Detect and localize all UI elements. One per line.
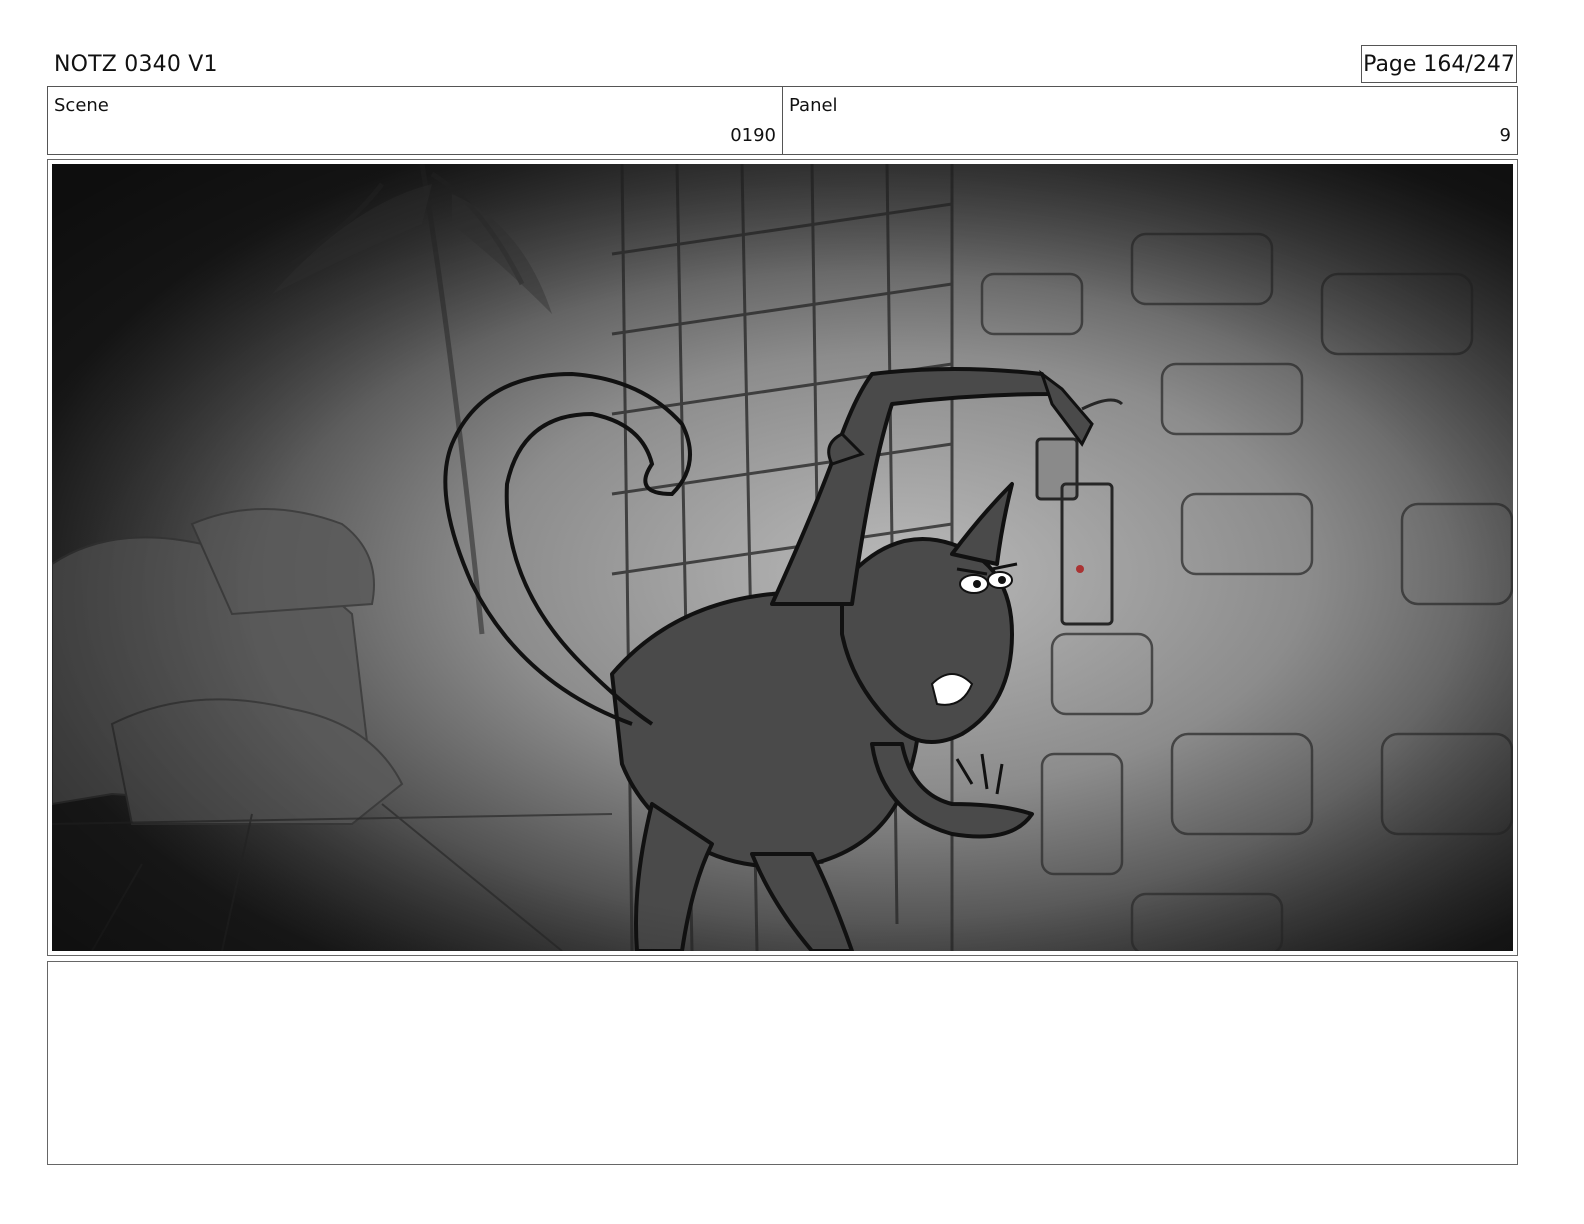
storyboard-sketch-image <box>52 164 1513 951</box>
panel-number: 9 <box>1499 125 1511 146</box>
document-title: NOTZ 0340 V1 <box>54 52 218 77</box>
panel-label: Panel <box>789 95 838 116</box>
scene-label: Scene <box>54 95 109 116</box>
storyboard-drawing <box>52 164 1513 951</box>
page-indicator: Page 164/247 <box>1361 45 1517 83</box>
notes-box <box>47 961 1518 1165</box>
scene-panel-info: Scene 0190 Panel 9 <box>47 86 1518 155</box>
panel-cell: Panel 9 <box>782 87 1517 154</box>
scene-number: 0190 <box>730 125 776 146</box>
scene-cell: Scene 0190 <box>48 87 782 154</box>
storyboard-frame <box>47 159 1518 956</box>
